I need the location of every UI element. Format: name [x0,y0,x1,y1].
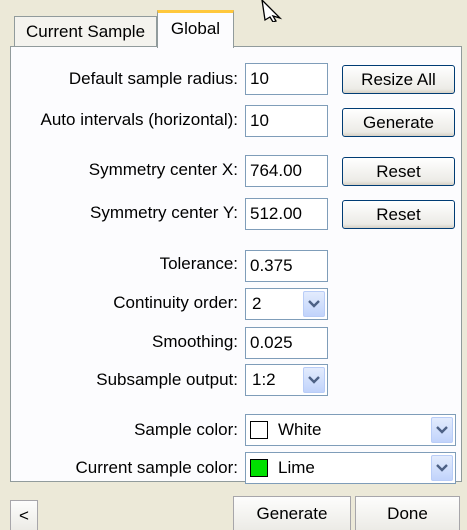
chevron-down-icon[interactable] [431,417,453,443]
continuity-order-value: 2 [252,294,262,313]
subsample-output-value: 1:2 [252,370,276,389]
reset-x-button[interactable]: Reset [342,157,455,186]
generate-intervals-button[interactable]: Generate [342,108,455,137]
auto-intervals-label: Auto intervals (horizontal): [40,110,238,129]
tolerance-field[interactable]: 0.375 [245,250,328,282]
current-sample-color-select[interactable]: Lime [245,452,456,484]
subsample-output-label: Subsample output: [96,370,238,389]
reset-x-button-label: Reset [376,161,421,181]
scroll-left-label: < [19,505,29,525]
tab-current-sample[interactable]: Current Sample [14,16,157,47]
resize-all-button-label: Resize All [361,69,436,89]
sample-color-select[interactable]: White [245,414,456,446]
chevron-down-icon[interactable] [303,367,325,393]
scroll-left-button[interactable]: < [10,500,38,530]
resize-all-button[interactable]: Resize All [342,65,455,94]
tab-current-sample-label: Current Sample [25,22,146,41]
smoothing-label: Smoothing: [152,332,238,351]
done-button[interactable]: Done [355,496,460,530]
tab-global[interactable]: Global [157,10,234,48]
continuity-order-select[interactable]: 2 [245,288,328,320]
symmetry-x-label: Symmetry center X: [88,160,238,179]
done-button-label: Done [387,503,428,523]
subsample-output-select[interactable]: 1:2 [245,364,328,396]
mouse-pointer-icon [261,0,283,22]
current-sample-color-swatch [250,459,268,477]
reset-y-button[interactable]: Reset [342,200,455,229]
symmetry-y-field[interactable]: 512.00 [245,198,328,230]
generate-button[interactable]: Generate [233,496,351,530]
tolerance-label: Tolerance: [159,254,238,273]
default-radius-field[interactable]: 10 [245,63,328,95]
generate-button-label: Generate [256,503,328,523]
auto-intervals-field[interactable]: 10 [245,105,328,137]
sample-color-label: Sample color: [134,420,238,439]
global-settings-window: { "tabs": ["Current Sample", "Global"], … [0,0,467,530]
continuity-order-label: Continuity order: [113,293,238,312]
symmetry-y-label: Symmetry center Y: [89,203,238,222]
sample-color-swatch [250,421,268,439]
chevron-down-icon[interactable] [431,455,453,481]
default-radius-label: Default sample radius: [68,69,238,88]
reset-y-button-label: Reset [376,204,421,224]
sample-color-value: White [278,420,322,439]
smoothing-field[interactable]: 0.025 [245,327,328,359]
current-sample-color-value: Lime [278,458,315,477]
chevron-down-icon[interactable] [303,291,325,317]
symmetry-x-field[interactable]: 764.00 [245,155,328,187]
tab-global-label: Global [170,19,221,38]
generate-intervals-button-label: Generate [363,112,434,132]
current-sample-color-label: Current sample color: [75,458,238,477]
